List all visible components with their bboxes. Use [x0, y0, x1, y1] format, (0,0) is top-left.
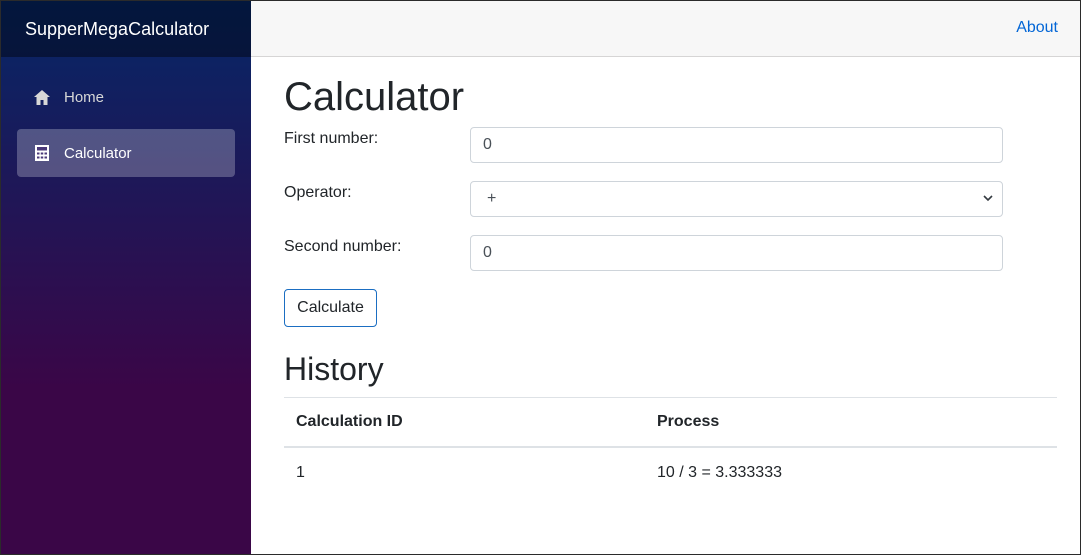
table-header-row: Calculation ID Process	[284, 397, 1057, 448]
sidebar-item-label: Calculator	[64, 144, 132, 162]
top-bar: About	[251, 1, 1080, 57]
calculate-button[interactable]: Calculate	[284, 289, 377, 327]
about-link[interactable]: About	[1016, 19, 1058, 37]
main-content: Calculator First number: 0 Operator: + S…	[284, 57, 1057, 498]
second-number-label: Second number:	[284, 238, 402, 255]
table-row: 1 10 / 3 = 3.333333	[284, 447, 1057, 498]
brand-label: SupperMegaCalculator	[25, 18, 210, 39]
sidebar-item-calculator[interactable]: Calculator	[17, 129, 235, 177]
brand-title[interactable]: SupperMegaCalculator	[1, 1, 251, 57]
first-number-value: 0	[483, 136, 492, 153]
page-title: Calculator	[284, 75, 465, 119]
sidebar: SupperMegaCalculator Home Calculator	[1, 1, 251, 554]
operator-row: Operator: +	[284, 181, 1057, 219]
operator-value: +	[487, 190, 497, 207]
first-number-label: First number:	[284, 130, 379, 147]
column-header-process: Process	[645, 397, 1057, 448]
chevron-down-icon	[982, 191, 994, 209]
second-number-input[interactable]: 0	[470, 235, 1003, 271]
second-number-value: 0	[483, 244, 492, 261]
home-icon	[32, 87, 52, 107]
second-number-row: Second number: 0	[284, 235, 1057, 273]
calculator-icon	[32, 143, 52, 163]
sidebar-item-home[interactable]: Home	[17, 73, 235, 121]
first-number-row: First number: 0	[284, 127, 1057, 165]
column-header-calculation-id: Calculation ID	[284, 397, 645, 448]
operator-select[interactable]: +	[470, 181, 1003, 217]
app-window: SupperMegaCalculator Home Calculator Abo…	[0, 0, 1081, 555]
nav-menu: Home Calculator	[1, 57, 251, 177]
history-table: Calculation ID Process 1 10 / 3 = 3.3333…	[284, 397, 1057, 498]
first-number-input[interactable]: 0	[470, 127, 1003, 163]
cell-process: 10 / 3 = 3.333333	[657, 464, 782, 481]
cell-calculation-id: 1	[296, 464, 305, 481]
history-title: History	[284, 351, 384, 387]
sidebar-item-label: Home	[64, 88, 105, 106]
operator-label: Operator:	[284, 184, 352, 201]
